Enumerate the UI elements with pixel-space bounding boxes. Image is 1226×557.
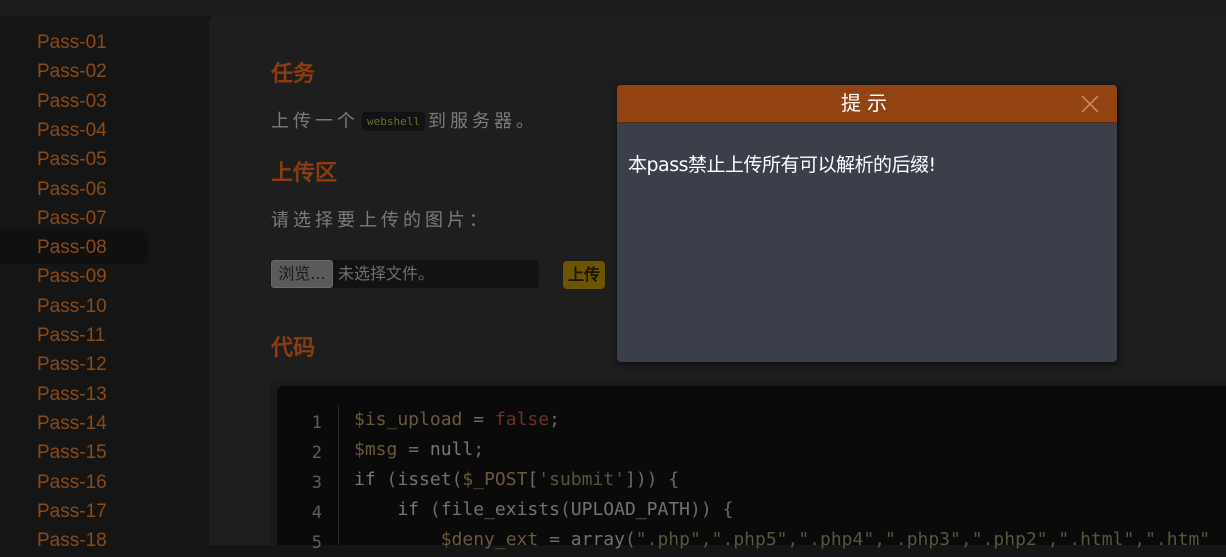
- line-number: 3: [311, 473, 322, 493]
- sidebar-item-pass-05[interactable]: Pass-05: [0, 143, 148, 176]
- task-text-after: 到服务器。: [427, 111, 538, 132]
- code-line: $msg = null;: [354, 439, 485, 460]
- sidebar-item-pass-09[interactable]: Pass-09: [0, 260, 148, 293]
- task-description: 上传一个 webshell 到服务器。: [271, 107, 538, 133]
- code-line: $deny_ext = array(".php",".php5",".php4"…: [354, 529, 1211, 550]
- alert-dialog: 提示 本pass禁止上传所有可以解析的后缀!: [617, 85, 1117, 362]
- line-number: 2: [311, 443, 322, 463]
- line-number: 1: [311, 413, 322, 433]
- line-number: 5: [311, 533, 322, 553]
- upload-button[interactable]: 上传: [563, 261, 605, 289]
- sidebar-item-pass-15[interactable]: Pass-15: [0, 436, 148, 469]
- top-bar: [0, 0, 1226, 16]
- file-input[interactable]: 浏览... 未选择文件。: [270, 260, 539, 288]
- line-number: 4: [311, 503, 322, 523]
- file-status: 未选择文件。: [338, 264, 435, 283]
- code-line: if (isset($_POST['submit'])) {: [354, 469, 680, 490]
- sidebar: Pass-01 Pass-02 Pass-03 Pass-04 Pass-05 Pass-…: [0, 16, 208, 551]
- dialog-message: 本pass禁止上传所有可以解析的后缀!: [628, 154, 936, 176]
- code-heading: 代码: [271, 336, 316, 361]
- webshell-code: webshell: [362, 112, 425, 131]
- close-icon[interactable]: [1081, 95, 1099, 113]
- sidebar-item-pass-18[interactable]: Pass-18: [0, 524, 148, 557]
- sidebar-item-pass-12[interactable]: Pass-12: [0, 348, 148, 381]
- code-line: $is_upload = false;: [354, 409, 560, 430]
- browse-button[interactable]: 浏览...: [271, 260, 333, 288]
- task-text-before: 上传一个: [271, 111, 359, 132]
- dialog-header: 提示: [617, 85, 1117, 123]
- dialog-title: 提示: [841, 91, 893, 115]
- upload-heading: 上传区: [271, 161, 338, 186]
- sidebar-item-pass-02[interactable]: Pass-02: [0, 55, 148, 88]
- upload-prompt: 请选择要上传的图片：: [271, 210, 491, 231]
- code-gutter-divider: [338, 406, 339, 545]
- code-line: if (file_exists(UPLOAD_PATH)) {: [354, 499, 734, 520]
- task-heading: 任务: [271, 62, 316, 87]
